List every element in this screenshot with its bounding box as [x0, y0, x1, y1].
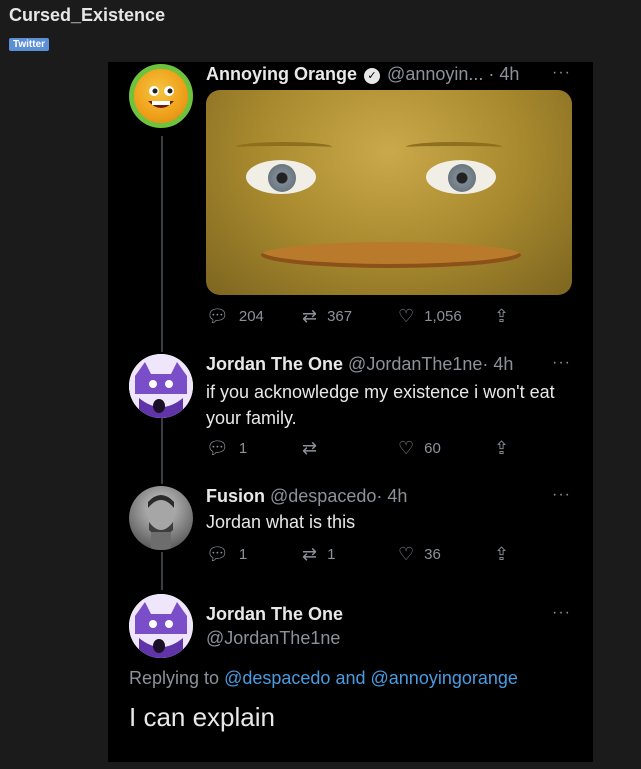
like-button[interactable]: ♡ 36 — [398, 544, 494, 565]
verified-icon: ✓ — [364, 68, 381, 84]
like-icon: ♡ — [398, 306, 415, 326]
thread-line — [161, 416, 163, 484]
thread-line — [161, 136, 163, 352]
author-handle[interactable]: @JordanThe1ne — [348, 354, 482, 374]
retweet-button[interactable]: ⇄ 1 — [302, 544, 398, 565]
like-button[interactable]: ♡ 60 — [398, 438, 494, 459]
reply-icon: 💬︎ — [206, 544, 229, 564]
image-brow — [406, 142, 502, 152]
more-icon[interactable]: ··· — [552, 64, 571, 82]
share-icon[interactable]: ⇪ — [494, 438, 590, 459]
more-icon[interactable]: ··· — [552, 486, 571, 504]
image-eye — [246, 160, 316, 194]
cat-avatar-icon — [129, 594, 193, 658]
like-count: 1,056 — [424, 308, 462, 325]
cat-avatar-icon — [129, 354, 193, 418]
retweet-icon: ⇄ — [302, 544, 318, 564]
replying-to: Replying to @despacedo and @annoyingoran… — [129, 668, 518, 689]
tweet-time: · 4h — [376, 486, 408, 506]
avatar[interactable] — [129, 64, 193, 128]
replying-prefix: Replying to — [129, 668, 220, 688]
avatar[interactable] — [129, 486, 193, 550]
reply-button[interactable]: 💬︎ 1 — [206, 544, 302, 565]
like-count: 36 — [424, 546, 441, 563]
tweet-author[interactable]: Fusion @despacedo· 4h — [206, 486, 407, 507]
main-tweet-text: I can explain — [129, 702, 275, 732]
reply-icon: 💬︎ — [206, 306, 229, 326]
share-icon[interactable]: ⇪ — [494, 544, 590, 565]
face-avatar-icon — [148, 495, 174, 550]
thread-line — [161, 552, 163, 590]
reply-button[interactable]: 💬︎ 1 — [206, 438, 302, 459]
image-mouth — [261, 242, 521, 268]
author-handle[interactable]: @despacedo — [270, 486, 376, 506]
reply-count: 1 — [238, 440, 248, 457]
tweet-author[interactable]: Annoying Orange ✓ @annoyin... · 4h — [206, 64, 519, 85]
avatar[interactable] — [129, 594, 193, 658]
replying-and: and — [335, 668, 366, 688]
author-name[interactable]: Annoying Orange — [206, 64, 357, 84]
mention-link[interactable]: @annoyingorange — [371, 668, 518, 688]
share-icon[interactable]: ⇪ — [494, 306, 590, 327]
retweet-count: 367 — [327, 308, 353, 325]
retweet-icon: ⇄ — [302, 306, 318, 326]
tweet-time: · 4h — [482, 354, 514, 374]
image-eye — [426, 160, 496, 194]
tweet-image[interactable] — [206, 90, 572, 295]
retweet-count: 1 — [327, 546, 336, 563]
retweet-button[interactable]: ⇄ — [302, 438, 398, 459]
like-count: 60 — [424, 440, 441, 457]
author-name[interactable]: Fusion — [206, 486, 265, 506]
main-tweet-name[interactable]: Jordan The One — [206, 604, 343, 625]
mention-link[interactable]: @despacedo — [224, 668, 330, 688]
tweet-actions: 💬︎ 1 ⇄ ♡ 60 ⇪ — [206, 438, 590, 459]
like-icon: ♡ — [398, 544, 415, 564]
avatar[interactable] — [129, 354, 193, 418]
reply-button[interactable]: 💬︎ 204 — [206, 306, 302, 327]
tweet-text: Jordan what is this — [206, 512, 356, 532]
tweet-actions: 💬︎ 1 ⇄ 1 ♡ 36 ⇪ — [206, 544, 590, 565]
main-tweet-handle[interactable]: @JordanThe1ne — [206, 628, 340, 649]
reply-count: 204 — [238, 308, 264, 325]
reply-icon: 💬︎ — [206, 438, 229, 458]
like-icon: ♡ — [398, 438, 415, 458]
post-title[interactable]: Cursed_Existence — [9, 5, 165, 26]
more-icon[interactable]: ··· — [552, 604, 571, 622]
reply-count: 1 — [238, 546, 248, 563]
tweet-screenshot: Annoying Orange ✓ @annoyin... · 4h ··· 💬… — [108, 62, 593, 762]
tweet-actions: 💬︎ 204 ⇄ 367 ♡ 1,056 ⇪ — [206, 306, 590, 327]
author-name[interactable]: Jordan The One — [206, 354, 343, 374]
tweet-author[interactable]: Jordan The One @JordanThe1ne· 4h — [206, 354, 513, 375]
orange-face-icon — [148, 86, 174, 108]
author-handle[interactable]: @annoyin... — [387, 64, 483, 84]
retweet-button[interactable]: ⇄ 367 — [302, 306, 398, 327]
retweet-icon: ⇄ — [302, 438, 318, 458]
more-icon[interactable]: ··· — [552, 354, 571, 372]
tweet-text: if you acknowledge my existence i won't … — [206, 382, 555, 428]
image-brow — [236, 142, 332, 152]
tweet-time: · 4h — [488, 64, 520, 84]
flair-badge[interactable]: Twitter — [9, 38, 50, 51]
like-button[interactable]: ♡ 1,056 — [398, 306, 494, 327]
